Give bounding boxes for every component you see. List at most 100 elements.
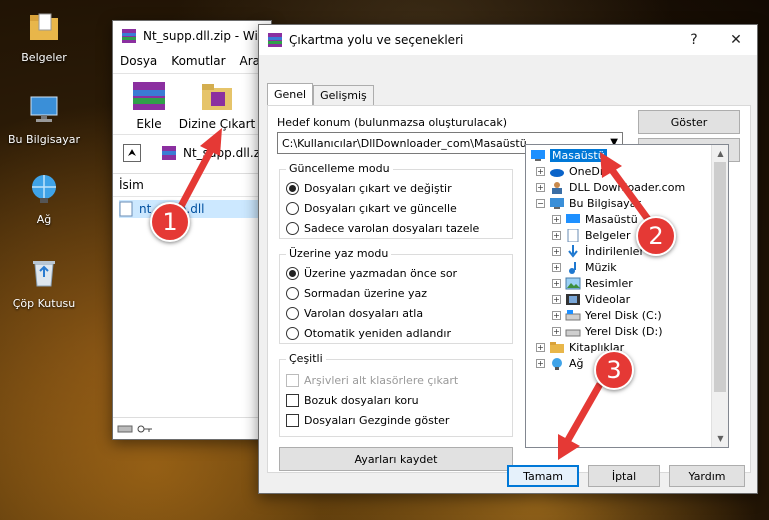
help-text-button[interactable]: Yardım [669, 465, 745, 487]
winrar-menu: Dosya Komutlar Araçla [113, 51, 277, 71]
column-header-name[interactable]: İsim [113, 174, 271, 197]
desktop-icon-recycle-bin[interactable]: Çöp Kutusu [4, 256, 84, 310]
tree-node-network[interactable]: + Ağ [536, 355, 584, 371]
expand-icon[interactable]: + [536, 182, 545, 192]
drive-icon [117, 425, 133, 432]
option-label: Üzerine yazmadan önce sor [304, 267, 458, 280]
expand-icon[interactable]: + [552, 326, 561, 336]
save-settings-button[interactable]: Ayarları kaydet [279, 447, 513, 471]
tree-node-disk-c[interactable]: + Yerel Disk (C:) [552, 307, 662, 323]
tree-node-desktop[interactable]: Masaüstü [530, 147, 607, 163]
expand-icon[interactable]: + [552, 230, 561, 240]
recycle-bin-icon [33, 261, 55, 287]
general-panel: Hedef konum (bulunmazsa oluşturulacak) C… [267, 105, 751, 473]
misc-option-keep-broken[interactable]: Bozuk dosyaları koru [286, 394, 419, 407]
folder-tree[interactable]: Masaüstü + OneDri + DLL Downloader.com −… [525, 144, 729, 448]
tab-advanced[interactable]: Gelişmiş [313, 85, 374, 105]
expand-icon[interactable]: + [552, 262, 561, 272]
update-option-freshen[interactable]: Sadece varolan dosyaları tazele [286, 222, 479, 235]
radio[interactable] [286, 327, 299, 340]
checkbox[interactable] [286, 394, 299, 407]
help-button[interactable]: ? [673, 25, 715, 55]
scroll-thumb[interactable] [714, 162, 726, 392]
radio[interactable] [286, 307, 299, 320]
winrar-title: Nt_supp.dll.zip - Win [143, 29, 266, 43]
desktop-icon [531, 149, 545, 161]
tree-node-videos[interactable]: + Videolar [552, 291, 630, 307]
desktop-icon-documents[interactable]: Belgeler [4, 10, 84, 64]
desktop-icon-this-pc[interactable]: Bu Bilgisayar [4, 92, 84, 146]
dialog-tabs: Genel Gelişmiş [267, 83, 374, 105]
update-mode-group: Güncelleme modu Dosyaları çıkart ve deği… [279, 162, 513, 239]
menu-commands[interactable]: Komutlar [164, 54, 232, 68]
expand-icon[interactable]: + [552, 294, 561, 304]
add-button[interactable]: Ekle [121, 78, 177, 131]
expand-icon[interactable]: + [552, 246, 561, 256]
tree-node-this-pc[interactable]: − Bu Bilgisayar [536, 195, 641, 211]
destination-label: Hedef konum (bulunmazsa oluşturulacak) [277, 116, 507, 129]
misc-option-show-explorer[interactable]: Dosyaları Gezginde göster [286, 414, 449, 427]
archive-add-icon [133, 82, 165, 110]
checkbox [286, 374, 299, 387]
radio-selected[interactable] [286, 182, 299, 195]
update-option-replace[interactable]: Dosyaları çıkart ve değiştir [286, 182, 452, 195]
folder-icon [30, 13, 58, 40]
tree-node-music[interactable]: + Müzik [552, 259, 617, 275]
annotation-badge-2: 2 [636, 216, 676, 256]
tree-node-onedrive[interactable]: + OneDri [536, 163, 607, 179]
expand-icon[interactable]: + [536, 342, 545, 352]
overwrite-option-ask[interactable]: Üzerine yazmadan önce sor [286, 267, 457, 280]
radio[interactable] [286, 222, 299, 235]
tree-node-pc-desktop[interactable]: + Masaüstü [552, 211, 638, 227]
overwrite-option-overwrite[interactable]: Sormadan üzerine yaz [286, 287, 427, 300]
update-mode-title: Güncelleme modu [286, 162, 393, 175]
option-label: Dosyaları çıkart ve güncelle [304, 202, 457, 215]
scroll-up-icon[interactable]: ▲ [712, 145, 728, 162]
option-label: Dosyaları çıkart ve değiştir [304, 182, 452, 195]
scroll-down-icon[interactable]: ▼ [712, 430, 728, 447]
winrar-pathbar: ⮝ Nt_supp.dll.zip [113, 139, 271, 167]
desktop-icon-network[interactable]: Ağ [4, 172, 84, 226]
radio[interactable] [286, 202, 299, 215]
expand-icon[interactable]: + [552, 310, 561, 320]
expand-icon[interactable]: + [552, 214, 561, 224]
overwrite-option-rename[interactable]: Otomatik yeniden adlandır [286, 327, 451, 340]
radio[interactable] [286, 287, 299, 300]
update-option-update[interactable]: Dosyaları çıkart ve güncelle [286, 202, 457, 215]
overwrite-option-skip[interactable]: Varolan dosyaları atla [286, 307, 423, 320]
computer-icon [30, 96, 58, 122]
tree-node-downloads[interactable]: + İndirilenler [552, 243, 644, 259]
annotation-badge-3: 3 [594, 350, 634, 390]
tree-scrollbar[interactable]: ▲ ▼ [711, 145, 728, 447]
close-icon[interactable]: ✕ [715, 25, 757, 55]
computer-icon [550, 197, 564, 209]
overwrite-mode-title: Üzerine yaz modu [286, 247, 392, 260]
file-list: İsim nt_supp.dll [113, 173, 271, 403]
tree-node-disk-d[interactable]: + Yerel Disk (D:) [552, 323, 663, 339]
collapse-icon[interactable]: − [536, 198, 545, 208]
tree-node-dll-downloader[interactable]: + DLL Downloader.com [536, 179, 685, 195]
option-label: Sormadan üzerine yaz [304, 287, 428, 300]
radio-selected[interactable] [286, 267, 299, 280]
drive-icon [565, 329, 581, 336]
checkbox[interactable] [286, 414, 299, 427]
winrar-titlebar[interactable]: Nt_supp.dll.zip - Win [113, 21, 271, 51]
ok-button[interactable]: Tamam [507, 465, 579, 487]
show-button[interactable]: Göster [638, 110, 740, 134]
option-label: Otomatik yeniden adlandır [304, 327, 451, 340]
cancel-button[interactable]: İptal [588, 465, 660, 487]
up-folder-button[interactable]: ⮝ [123, 144, 141, 162]
expand-icon[interactable]: + [536, 166, 545, 176]
tree-node-documents[interactable]: + Belgeler [552, 227, 630, 243]
dialog-titlebar[interactable]: Çıkartma yolu ve seçenekleri ? ✕ [259, 25, 757, 55]
tree-node-pictures[interactable]: + Resimler [552, 275, 633, 291]
annotation-badge-1: 1 [150, 202, 190, 242]
expand-icon[interactable]: + [536, 358, 545, 368]
extract-to-button[interactable]: Dizine Çıkart [177, 78, 257, 131]
desktop-icon-label: Bu Bilgisayar [8, 133, 80, 146]
option-label: Dosyaları Gezginde göster [304, 414, 450, 427]
expand-icon[interactable]: + [552, 278, 561, 288]
menu-file[interactable]: Dosya [113, 54, 164, 68]
misc-group: Çeşitli Arşivleri alt klasörlere çıkart … [279, 352, 513, 437]
tab-general[interactable]: Genel [267, 83, 314, 105]
